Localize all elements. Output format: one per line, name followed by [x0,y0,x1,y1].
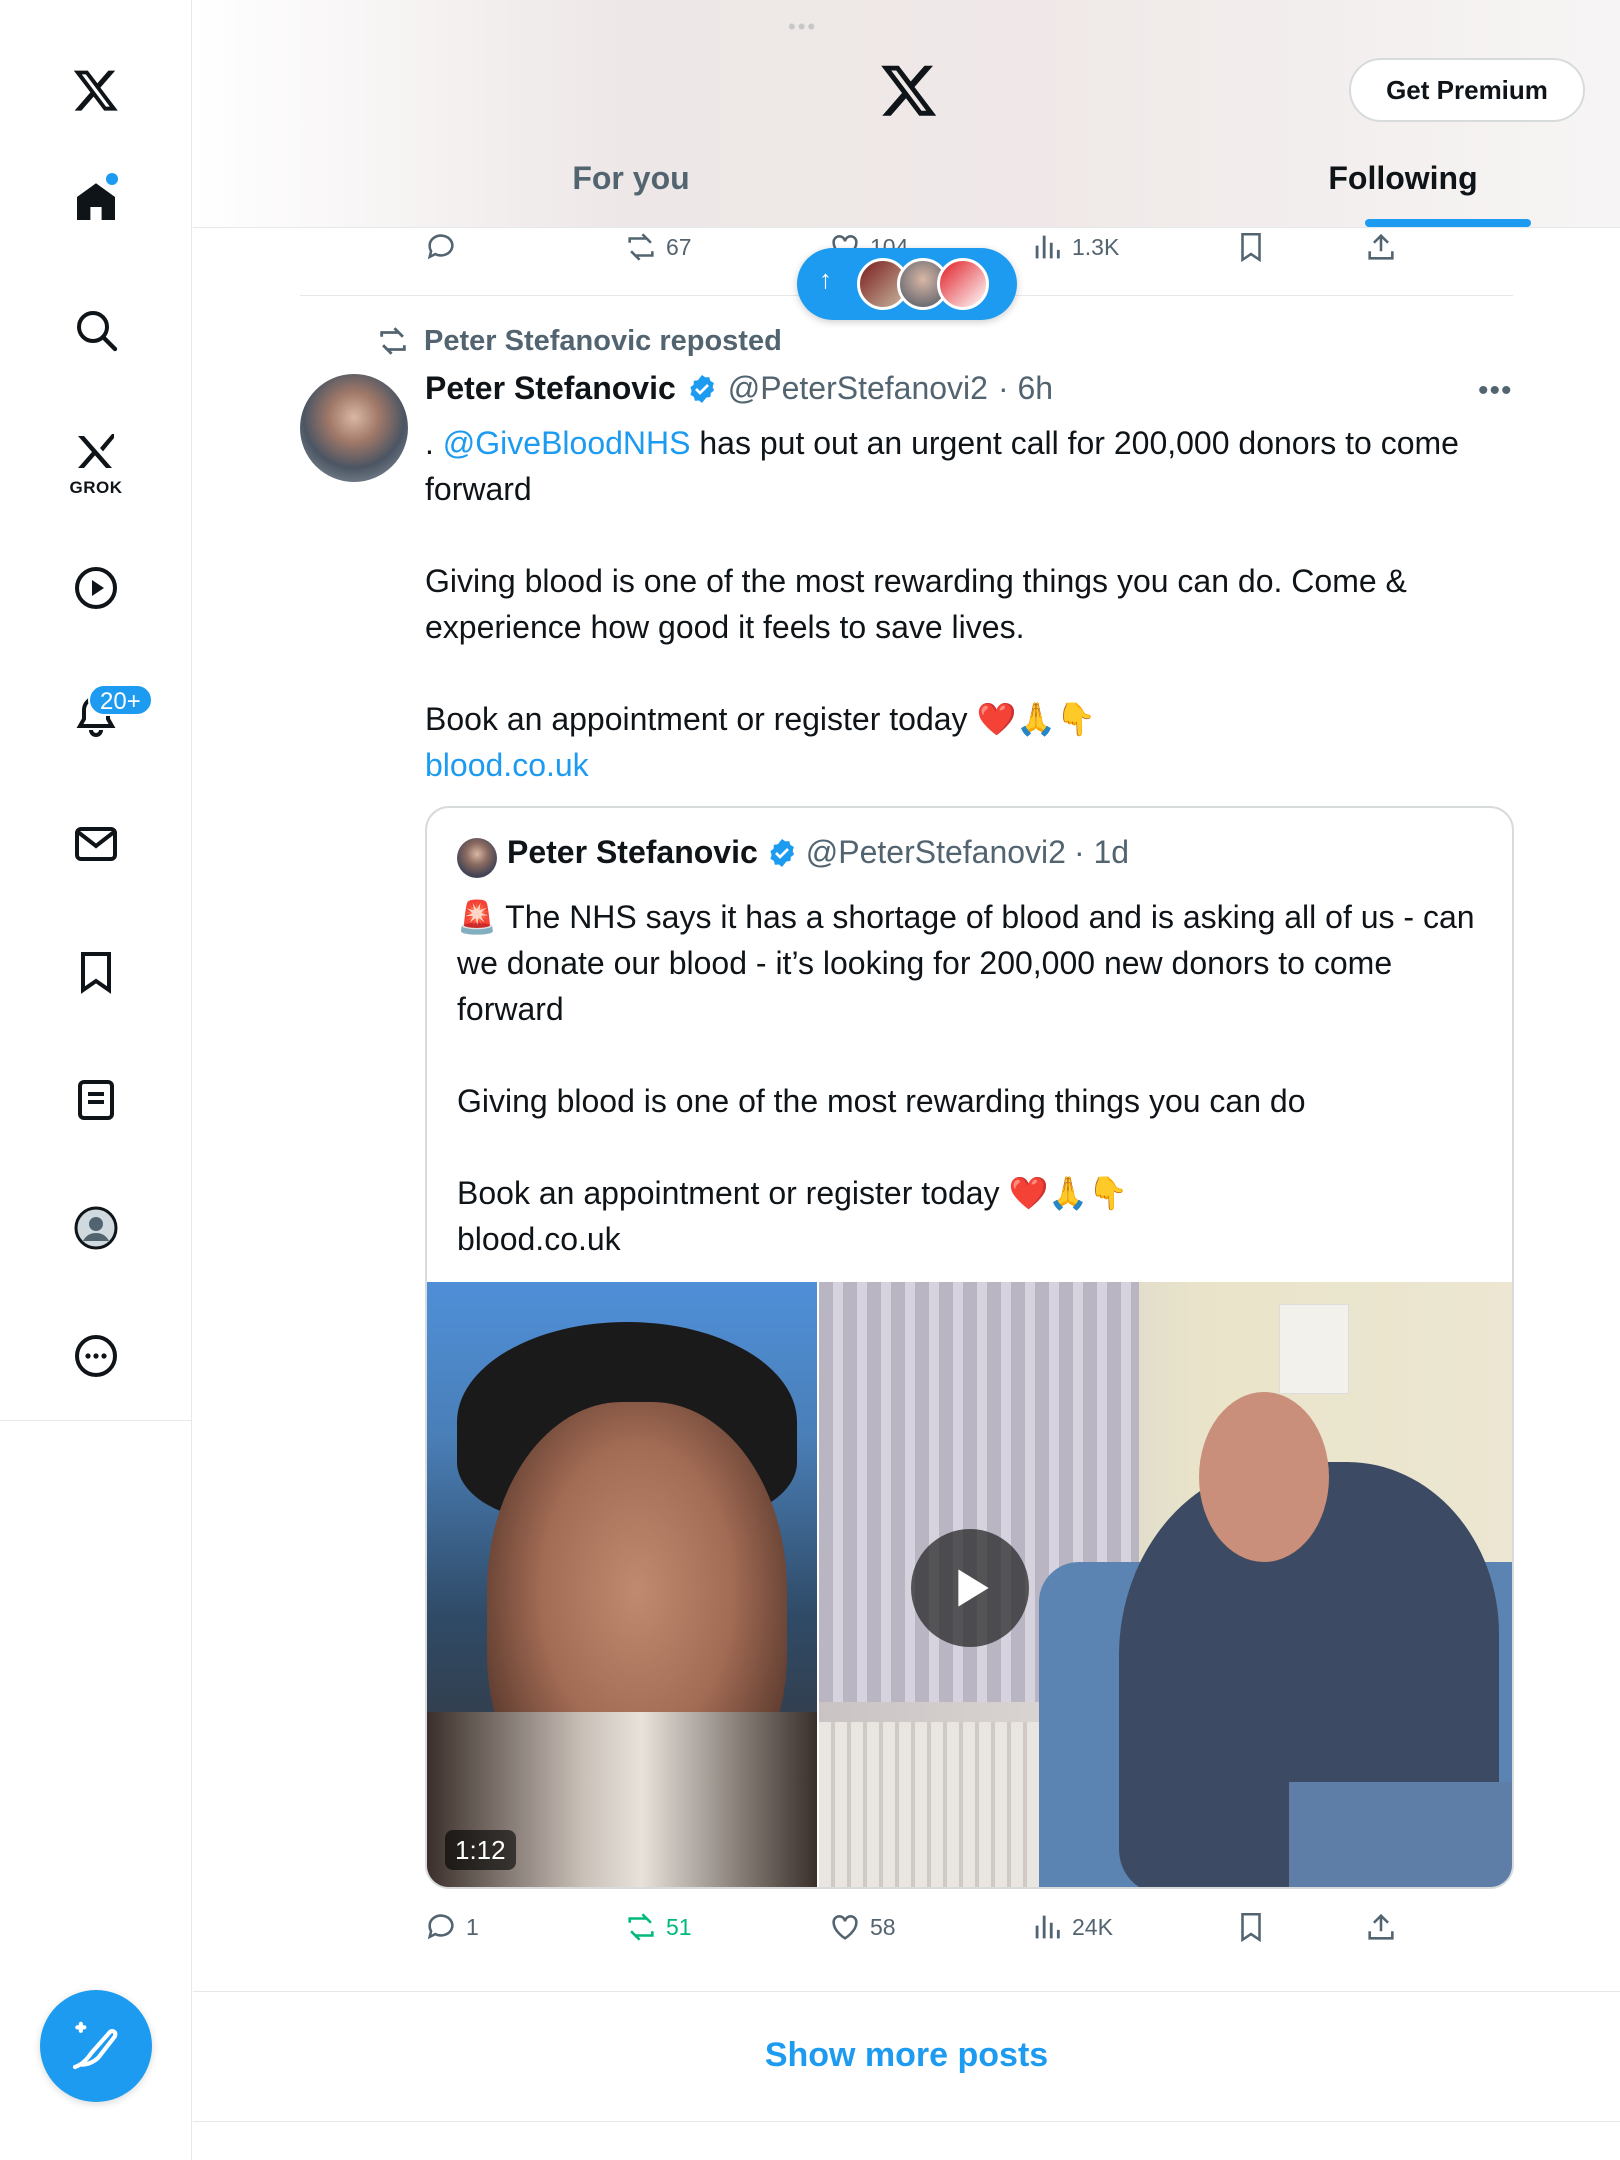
sidebar: GROK 20+ [0,0,192,2160]
timeline-header: ••• Get Premium For you Following [193,0,1620,228]
views-icon [1035,1915,1060,1939]
messages-icon[interactable] [64,812,128,876]
bookmark-button[interactable] [1234,230,1268,264]
retweet-count: 67 [666,233,692,260]
reply-button[interactable] [424,230,458,264]
video-player[interactable]: 1:12 [427,1282,1512,1887]
views-count: 24K [1072,1913,1113,1940]
bookmark-icon [1241,1912,1261,1943]
play-icon [958,1569,989,1607]
get-premium-button[interactable]: Get Premium [1349,58,1585,122]
quote-line3: Book an appointment or register today ❤️… [457,1175,1128,1211]
quote-time: · 1d [1073,834,1130,870]
video-frame-left [427,1282,817,1887]
author-name[interactable]: Peter Stefanovic [425,370,676,407]
like-button[interactable]: 58 [828,1910,896,1944]
like-icon [832,1915,858,1940]
reply-button[interactable]: 1 [424,1910,479,1944]
avatar [457,838,497,878]
quote-line2: Giving blood is one of the most rewardin… [457,1083,1306,1119]
video-duration: 1:12 [445,1830,516,1870]
grok-label: GROK [69,478,123,497]
share-button[interactable] [1364,1910,1398,1944]
views-button[interactable]: 1.3K [1030,230,1119,264]
repost-indicator: Peter Stefanovic reposted [376,324,782,358]
new-posts-pill[interactable]: ↑ [797,248,1017,320]
grok-icon[interactable] [64,420,128,484]
reply-icon [427,1914,454,1940]
wifi-sign [1279,1304,1349,1394]
drag-handle-icon[interactable]: ••• [788,14,817,40]
author-handle[interactable]: @PeterStefanovi2 [728,370,988,407]
retweet-button[interactable]: 51 [624,1910,692,1944]
bookmark-button[interactable] [1234,1910,1268,1944]
avatar[interactable] [300,374,408,482]
retweet-icon [628,233,654,261]
retweet-icon [380,327,406,355]
quote-tweet-card[interactable]: Peter Stefanovic @PeterStefanovi2 · 1d 🚨… [425,806,1514,1889]
quote-text: 🚨 The NHS says it has a shortage of bloo… [457,894,1487,1262]
search-icon[interactable] [64,298,128,362]
like-count: 58 [870,1913,896,1940]
quote-line1: 🚨 The NHS says it has a shortage of bloo… [457,899,1475,1027]
share-icon [1368,1913,1394,1940]
quote-author-name: Peter Stefanovic [507,834,758,870]
lists-icon[interactable] [64,1068,128,1132]
tweet-time[interactable]: · 6h [998,370,1053,407]
retweet-button[interactable]: 67 [624,230,692,264]
share-button[interactable] [1364,230,1398,264]
retweet-count: 51 [666,1913,692,1940]
video-icon[interactable] [64,556,128,620]
play-button[interactable] [911,1529,1029,1647]
home-icon[interactable] [64,170,128,234]
bookmarks-icon[interactable] [64,940,128,1004]
home-unread-dot [106,173,118,185]
avatar [937,258,989,310]
share-icon [1368,233,1394,260]
retweet-icon [628,1913,654,1941]
compose-post-button[interactable] [40,1990,152,2102]
blood-link[interactable]: blood.co.uk [425,742,1515,788]
tweet-text: . @GiveBloodNHS has put out an urgent ca… [425,420,1515,788]
verified-badge-icon [770,838,794,867]
more-icon[interactable] [64,1324,128,1388]
arrow-up-icon: ↑ [819,264,832,294]
text-line2: Giving blood is one of the most rewardin… [425,563,1407,645]
notification-badge: 20+ [88,684,153,716]
show-more-posts-button[interactable]: Show more posts [193,2036,1620,2075]
bookmark-icon [1241,232,1261,263]
compose-post-icon [72,2021,118,2070]
x-logo-icon [881,65,937,116]
quote-author-handle: @PeterStefanovi2 [805,834,1066,870]
text-prefix: . [425,425,443,461]
tweet-header: Peter Stefanovic @PeterStefanovi2 · 6h [425,370,1053,407]
views-button[interactable]: 24K [1030,1910,1113,1944]
verified-badge-icon [690,374,714,403]
mention-link[interactable]: @GiveBloodNHS [443,425,691,461]
reply-icon [427,234,454,260]
divider [193,1991,1620,1992]
text-line3: Book an appointment or register today ❤️… [425,701,1096,737]
sidebar-divider [0,1420,192,1421]
more-options-icon[interactable]: ••• [1478,374,1513,408]
profile-icon[interactable] [64,1196,128,1260]
divider [193,2121,1620,2122]
tweet-actions: 1 51 58 24K [424,1910,1424,1960]
views-icon [1035,235,1060,259]
views-count: 1.3K [1072,233,1120,260]
repost-label: Peter Stefanovic reposted [424,324,782,357]
tab-following[interactable]: Following [1253,160,1553,197]
quote-line4: blood.co.uk [457,1221,621,1257]
tab-for-you[interactable]: For you [481,160,781,197]
quote-header: Peter Stefanovic @PeterStefanovi2 · 1d [507,834,1129,871]
x-logo-icon[interactable] [64,58,128,122]
active-tab-indicator [1365,219,1531,227]
reply-count: 1 [466,1913,479,1940]
